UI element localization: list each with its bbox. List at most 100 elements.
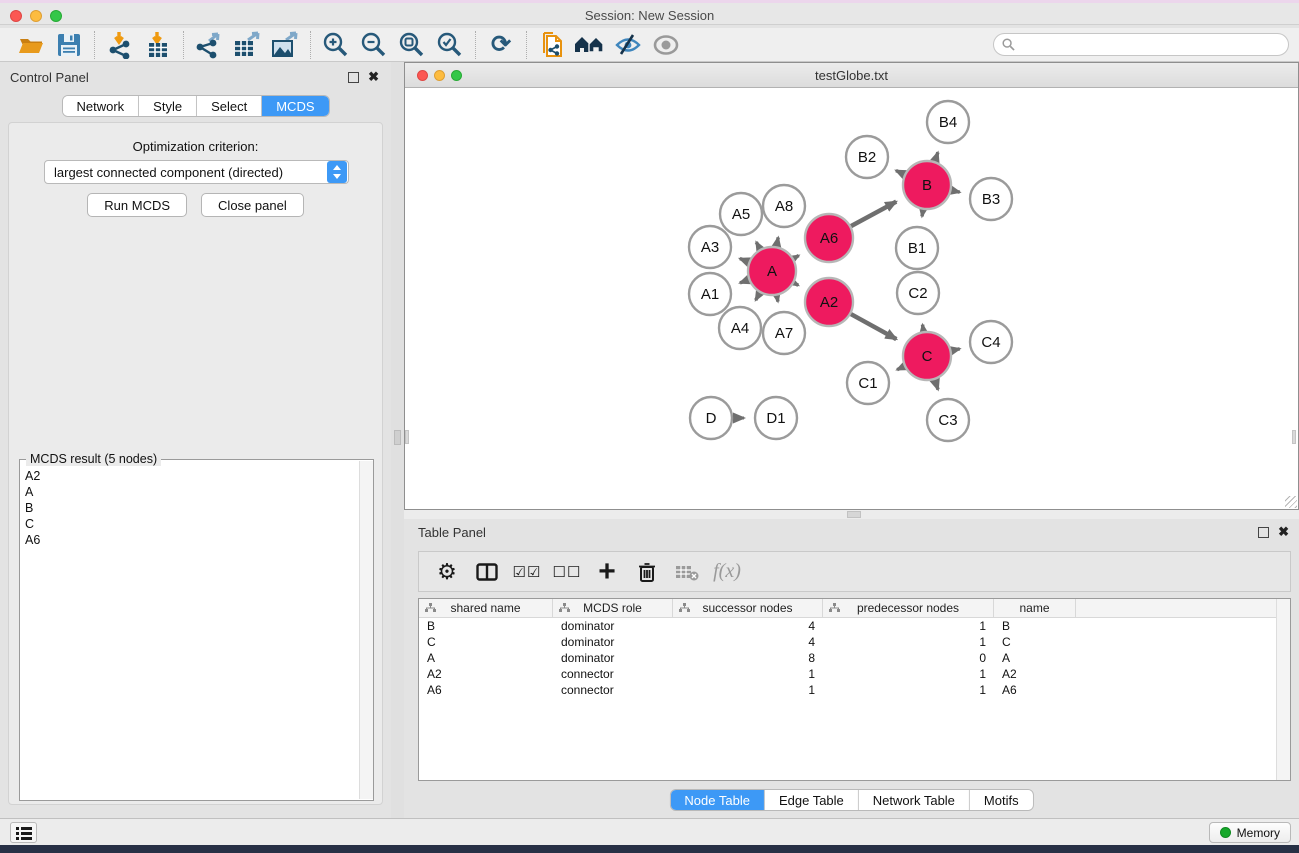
memory-button[interactable]: Memory [1209, 822, 1291, 843]
table-cell[interactable]: B [994, 619, 1076, 633]
edge-C-C3[interactable] [935, 380, 938, 390]
edge-C-C4[interactable] [951, 349, 959, 351]
cp-tab-mcds[interactable]: MCDS [262, 96, 328, 116]
cp-tab-select[interactable]: Select [197, 96, 262, 116]
export-table-button[interactable] [228, 30, 266, 60]
table-cell[interactable]: A2 [419, 667, 553, 681]
table-body[interactable]: Bdominator41BCdominator41CAdominator80AA… [419, 618, 1290, 698]
column-header-name[interactable]: name [994, 599, 1076, 617]
table-cell[interactable]: 0 [823, 651, 994, 665]
select-all-button[interactable]: ☑☑ [509, 556, 545, 588]
delete-column-button[interactable] [629, 556, 665, 588]
export-network-button[interactable] [190, 30, 228, 60]
zoom-fit-button[interactable] [393, 30, 431, 60]
table-cell[interactable]: C [994, 635, 1076, 649]
column-header-shared-name[interactable]: shared name [419, 599, 553, 617]
refresh-button[interactable]: ⟳ [482, 30, 520, 60]
show-button[interactable] [647, 30, 685, 60]
vertical-splitter[interactable] [391, 62, 404, 818]
table-settings-button[interactable]: ⚙ [429, 556, 465, 588]
table-cell[interactable]: 1 [673, 683, 823, 697]
table-cell[interactable]: 4 [673, 635, 823, 649]
deselect-all-button[interactable]: ☐☐ [549, 556, 585, 588]
float-panel-icon[interactable] [348, 72, 359, 83]
table-cell[interactable]: connector [553, 683, 673, 697]
table-row[interactable]: Cdominator41C [419, 634, 1290, 650]
search-field[interactable] [993, 33, 1289, 56]
table-cell[interactable]: A2 [994, 667, 1076, 681]
add-column-button[interactable]: + [589, 556, 625, 588]
zoom-in-button[interactable] [317, 30, 355, 60]
edge-A-A6[interactable] [794, 256, 799, 259]
table-cell[interactable]: A6 [419, 683, 553, 697]
show-columns-button[interactable] [469, 556, 505, 588]
table-cell[interactable]: 1 [823, 667, 994, 681]
table-tab-network-table[interactable]: Network Table [859, 790, 970, 810]
cp-tab-network[interactable]: Network [62, 96, 139, 116]
function-builder-button[interactable]: f(x) [709, 556, 745, 588]
table-cell[interactable]: 8 [673, 651, 823, 665]
zoom-selected-button[interactable] [431, 30, 469, 60]
table-scrollbar[interactable] [1276, 599, 1290, 780]
table-row[interactable]: A2connector11A2 [419, 666, 1290, 682]
table-cell[interactable]: A [994, 651, 1076, 665]
edge-A-A4[interactable] [756, 293, 760, 300]
edge-A-A5[interactable] [756, 242, 760, 249]
mcds-result-list[interactable]: A2ABCA6 [21, 466, 358, 799]
horizontal-splitter[interactable] [404, 510, 1299, 519]
save-session-button[interactable] [50, 30, 88, 60]
edge-A2-C[interactable] [851, 314, 896, 339]
result-item[interactable]: A6 [25, 532, 354, 548]
cp-tab-style[interactable]: Style [139, 96, 197, 116]
edge-C-C1[interactable] [897, 366, 904, 369]
networks-overview-button[interactable] [571, 30, 609, 60]
table-cell[interactable]: 1 [823, 635, 994, 649]
table-cell[interactable]: B [419, 619, 553, 633]
table-cell[interactable]: 1 [673, 667, 823, 681]
column-header-MCDS-role[interactable]: MCDS role [553, 599, 673, 617]
edge-B-B3[interactable] [951, 190, 959, 192]
table-cell[interactable]: C [419, 635, 553, 649]
result-item[interactable]: C [25, 516, 354, 532]
edge-A-A2[interactable] [794, 283, 798, 285]
result-item[interactable]: A2 [25, 468, 354, 484]
table-cell[interactable]: A6 [994, 683, 1076, 697]
table-cell[interactable]: 1 [823, 619, 994, 633]
edge-B-B1[interactable] [922, 210, 923, 217]
close-panel-icon[interactable]: ✖ [368, 69, 379, 85]
table-cell[interactable]: dominator [553, 619, 673, 633]
search-input[interactable] [1019, 38, 1288, 52]
table-cell[interactable]: 4 [673, 619, 823, 633]
edge-A-A7[interactable] [777, 296, 778, 302]
edge-A-A1[interactable] [740, 280, 749, 283]
task-history-button[interactable] [10, 822, 37, 843]
new-network-from-selection-button[interactable] [533, 30, 571, 60]
frame-edge-handle[interactable] [405, 430, 409, 444]
splitter-handle[interactable] [847, 511, 861, 518]
close-panel-icon[interactable]: ✖ [1278, 524, 1289, 540]
table-cell[interactable]: dominator [553, 651, 673, 665]
edge-A-A8[interactable] [777, 237, 779, 246]
delete-table-button[interactable] [669, 556, 705, 588]
float-panel-icon[interactable] [1258, 527, 1269, 538]
network-window-titlebar[interactable]: testGlobe.txt [405, 63, 1298, 88]
node-table[interactable]: shared nameMCDS rolesuccessor nodesprede… [418, 598, 1291, 781]
table-tab-motifs[interactable]: Motifs [970, 790, 1033, 810]
combo-stepper-icon[interactable] [327, 161, 347, 183]
run-mcds-button[interactable]: Run MCDS [87, 193, 187, 217]
result-scrollbar[interactable] [359, 461, 373, 799]
optimization-criterion-select[interactable]: largest connected component (directed) [44, 160, 349, 184]
table-row[interactable]: Bdominator41B [419, 618, 1290, 634]
table-cell[interactable]: connector [553, 667, 673, 681]
table-row[interactable]: Adominator80A [419, 650, 1290, 666]
table-row[interactable]: A6connector11A6 [419, 682, 1290, 698]
table-cell[interactable]: A [419, 651, 553, 665]
edge-B-B2[interactable] [896, 171, 904, 175]
result-item[interactable]: B [25, 500, 354, 516]
table-cell[interactable]: 1 [823, 683, 994, 697]
table-header-row[interactable]: shared nameMCDS rolesuccessor nodesprede… [419, 599, 1290, 618]
column-header-predecessor-nodes[interactable]: predecessor nodes [823, 599, 994, 617]
resize-grip-icon[interactable] [1285, 496, 1297, 508]
edge-C-C2[interactable] [923, 325, 924, 332]
table-cell[interactable]: dominator [553, 635, 673, 649]
